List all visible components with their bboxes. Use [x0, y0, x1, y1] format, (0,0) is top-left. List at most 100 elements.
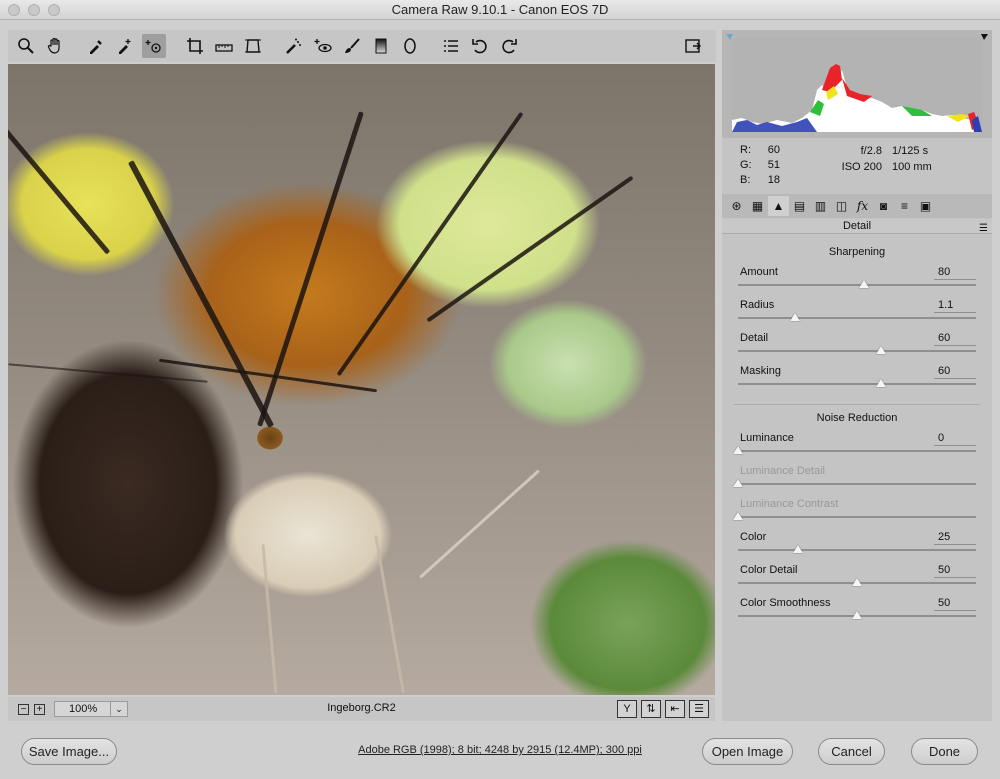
targeted-adjustment-tool-button[interactable] [142, 34, 166, 58]
preferences-button[interactable] [439, 34, 463, 58]
swap-settings-button[interactable]: ⇅ [641, 700, 661, 718]
rotate-left-icon [472, 39, 487, 54]
slider-value-field[interactable]: 80 [934, 266, 976, 280]
before-after-view-button[interactable]: Y [617, 700, 637, 718]
slider-track[interactable] [738, 350, 976, 352]
panel-menu-icon[interactable]: ☰ [979, 221, 988, 236]
adjustment-brush-tool-button[interactable] [340, 34, 364, 58]
shutter-value: 1/125 s [892, 145, 929, 157]
straighten-tool-button[interactable] [212, 34, 236, 58]
slider-value-field[interactable]: 0 [934, 432, 976, 446]
fullscreen-toggle-button[interactable] [681, 34, 705, 58]
white-balance-tool-button[interactable] [84, 34, 108, 58]
rotate-right-icon [502, 39, 517, 54]
radial-filter-tool-button[interactable] [398, 34, 422, 58]
slider-thumb[interactable] [852, 611, 862, 619]
slider-value-field[interactable]: 25 [934, 531, 976, 545]
fx-icon: fx [856, 199, 869, 213]
slider-track[interactable] [738, 450, 976, 452]
slider-color-smoothness[interactable]: Color Smoothness 50 [738, 597, 976, 625]
copy-settings-button[interactable]: ⇤ [665, 700, 685, 718]
graduated-filter-tool-button[interactable] [369, 34, 393, 58]
zoom-tool-button[interactable] [14, 34, 38, 58]
iso-value: ISO 200 [841, 161, 882, 173]
split-toning-icon: ▥ [814, 199, 827, 213]
slider-track[interactable] [738, 549, 976, 551]
tab-basic[interactable]: ⊛ [726, 196, 747, 216]
transform-icon [245, 39, 261, 53]
workflow-options-text[interactable]: Adobe RGB (1998); 8 bit; 4248 by 2915 (1… [358, 744, 642, 756]
slider-label: Masking [740, 365, 781, 377]
tab-split-toning[interactable]: ▥ [810, 196, 831, 216]
rotate-left-button[interactable] [468, 34, 492, 58]
aperture-icon: ⊛ [731, 199, 742, 213]
tab-camera-calibration[interactable]: ◙ [873, 196, 894, 216]
slider-thumb[interactable] [790, 313, 801, 321]
transform-tool-button[interactable] [241, 34, 265, 58]
toggle-settings-button[interactable]: ☰ [689, 700, 709, 718]
done-button[interactable]: Done [911, 738, 978, 765]
spot-removal-tool-button[interactable] [282, 34, 306, 58]
slider-radius[interactable]: Radius 1.1 [738, 299, 976, 327]
slider-label: Color Smoothness [740, 597, 831, 609]
graduated-filter-icon [375, 38, 387, 54]
slider-value-field[interactable]: 60 [934, 365, 976, 379]
window-title: Camera Raw 9.10.1 - Canon EOS 7D [391, 2, 609, 17]
slider-value-field[interactable]: 50 [934, 597, 976, 611]
slider-thumb[interactable] [733, 446, 743, 454]
red-eye-icon [314, 39, 332, 53]
b-label: B: [740, 174, 751, 186]
slider-detail[interactable]: Detail 60 [738, 332, 976, 360]
radial-filter-icon [404, 38, 416, 54]
close-window-button[interactable] [8, 4, 20, 16]
slider-track[interactable] [738, 483, 976, 485]
fullscreen-icon [685, 39, 701, 53]
save-image-button[interactable]: Save Image... [21, 738, 117, 765]
crop-tool-button[interactable] [183, 34, 207, 58]
slider-thumb[interactable] [852, 578, 862, 586]
color-sampler-tool-button[interactable] [113, 34, 137, 58]
tab-hsl[interactable]: ▤ [789, 196, 810, 216]
slider-label: Color [740, 531, 767, 543]
slider-label: Luminance Detail [740, 465, 825, 477]
tab-snapshots[interactable]: ▣ [915, 196, 936, 216]
slider-color-detail[interactable]: Color Detail 50 [738, 564, 976, 592]
slider-track[interactable] [738, 284, 976, 286]
tab-effects[interactable]: fx [852, 196, 873, 216]
slider-label: Color Detail [740, 564, 798, 576]
slider-luminance-contrast: Luminance Contrast [733, 498, 976, 526]
minimize-window-button[interactable] [28, 4, 40, 16]
panel-title: Detail ☰ [722, 219, 992, 234]
slider-masking[interactable]: Masking 60 [738, 365, 976, 393]
slider-track[interactable] [738, 383, 976, 385]
g-label: G: [740, 159, 752, 171]
open-image-button[interactable]: Open Image [702, 738, 793, 765]
spot-removal-icon [286, 38, 301, 54]
cancel-button[interactable]: Cancel [818, 738, 885, 765]
red-eye-tool-button[interactable] [311, 34, 335, 58]
slider-track[interactable] [738, 516, 976, 518]
rotate-right-button[interactable] [497, 34, 521, 58]
slider-thumb[interactable] [859, 280, 870, 288]
slider-luminance[interactable]: Luminance 0 [733, 432, 976, 460]
tab-detail[interactable]: ▲ [768, 196, 789, 216]
targeted-adjustment-icon [145, 40, 161, 53]
tab-lens-corrections[interactable]: ◫ [831, 196, 852, 216]
slider-label: Detail [740, 332, 769, 344]
tab-presets[interactable]: ≡ [894, 196, 915, 216]
slider-thumb[interactable] [875, 379, 886, 387]
slider-value-field[interactable]: 60 [934, 332, 976, 346]
slider-value-field[interactable]: 50 [934, 564, 976, 578]
slider-track[interactable] [738, 317, 976, 319]
snapshots-icon: ▣ [919, 199, 932, 213]
right-panel: R: 60 G: 51 B: 18 f/2.8 1/125 s ISO 200 100 m… [722, 30, 992, 721]
slider-thumb[interactable] [875, 346, 886, 354]
tab-tone-curve[interactable]: ▦ [747, 196, 768, 216]
slider-thumb[interactable] [792, 545, 803, 553]
image-preview[interactable] [8, 64, 715, 695]
slider-value-field[interactable]: 1.1 [934, 299, 976, 313]
slider-amount[interactable]: Amount 80 [738, 266, 976, 294]
hand-tool-button[interactable] [43, 34, 67, 58]
slider-color[interactable]: Color 25 [738, 531, 976, 559]
zoom-window-button[interactable] [48, 4, 60, 16]
